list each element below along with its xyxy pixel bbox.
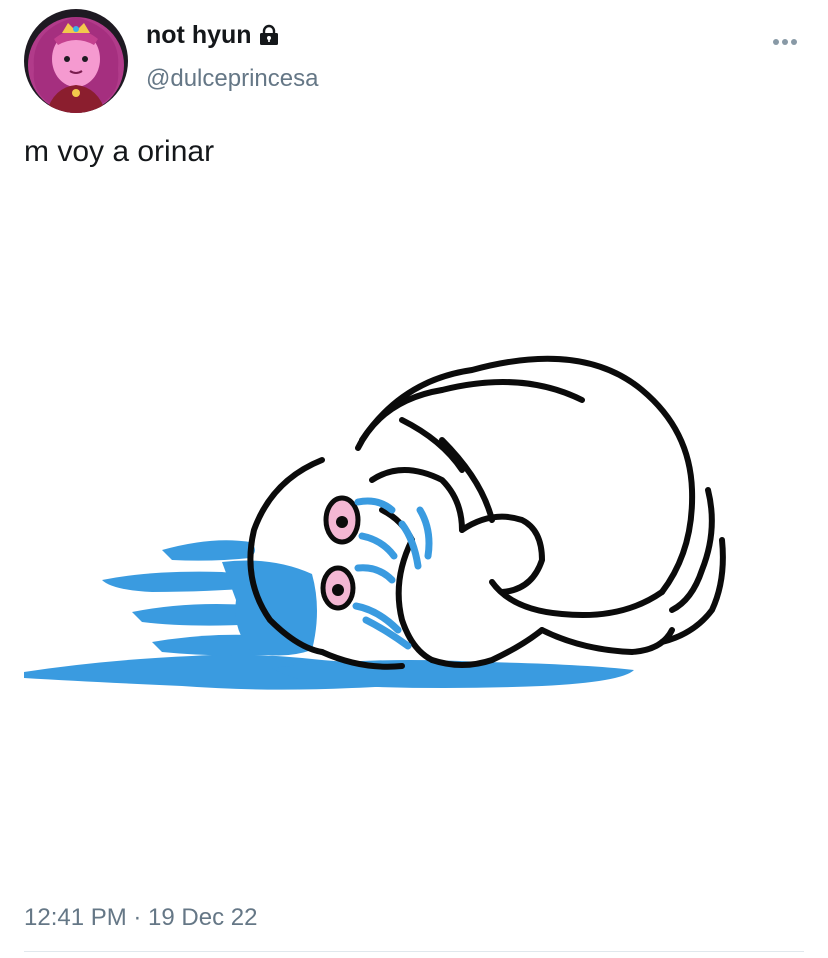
divider xyxy=(24,951,804,952)
lock-icon xyxy=(258,24,280,46)
author-name-row: not hyun xyxy=(146,18,280,52)
tweet-media[interactable] xyxy=(22,330,742,710)
avatar[interactable] xyxy=(24,9,128,113)
princess-bubblegum-avatar-icon xyxy=(24,9,128,113)
more-options-button[interactable] xyxy=(768,30,802,54)
author-handle[interactable]: @dulceprincesa xyxy=(146,62,318,96)
tweet-timestamp[interactable]: 12:41 PM · 19 Dec 22 xyxy=(24,902,257,934)
tweet-text: m voy a orinar xyxy=(24,135,215,168)
more-options-icon xyxy=(773,39,797,45)
tweet-card: not hyun @dulceprincesa m voy a orinar 1… xyxy=(0,0,828,958)
display-name[interactable]: not hyun xyxy=(146,18,252,52)
crying-face-down-meme-image-icon xyxy=(24,355,726,690)
